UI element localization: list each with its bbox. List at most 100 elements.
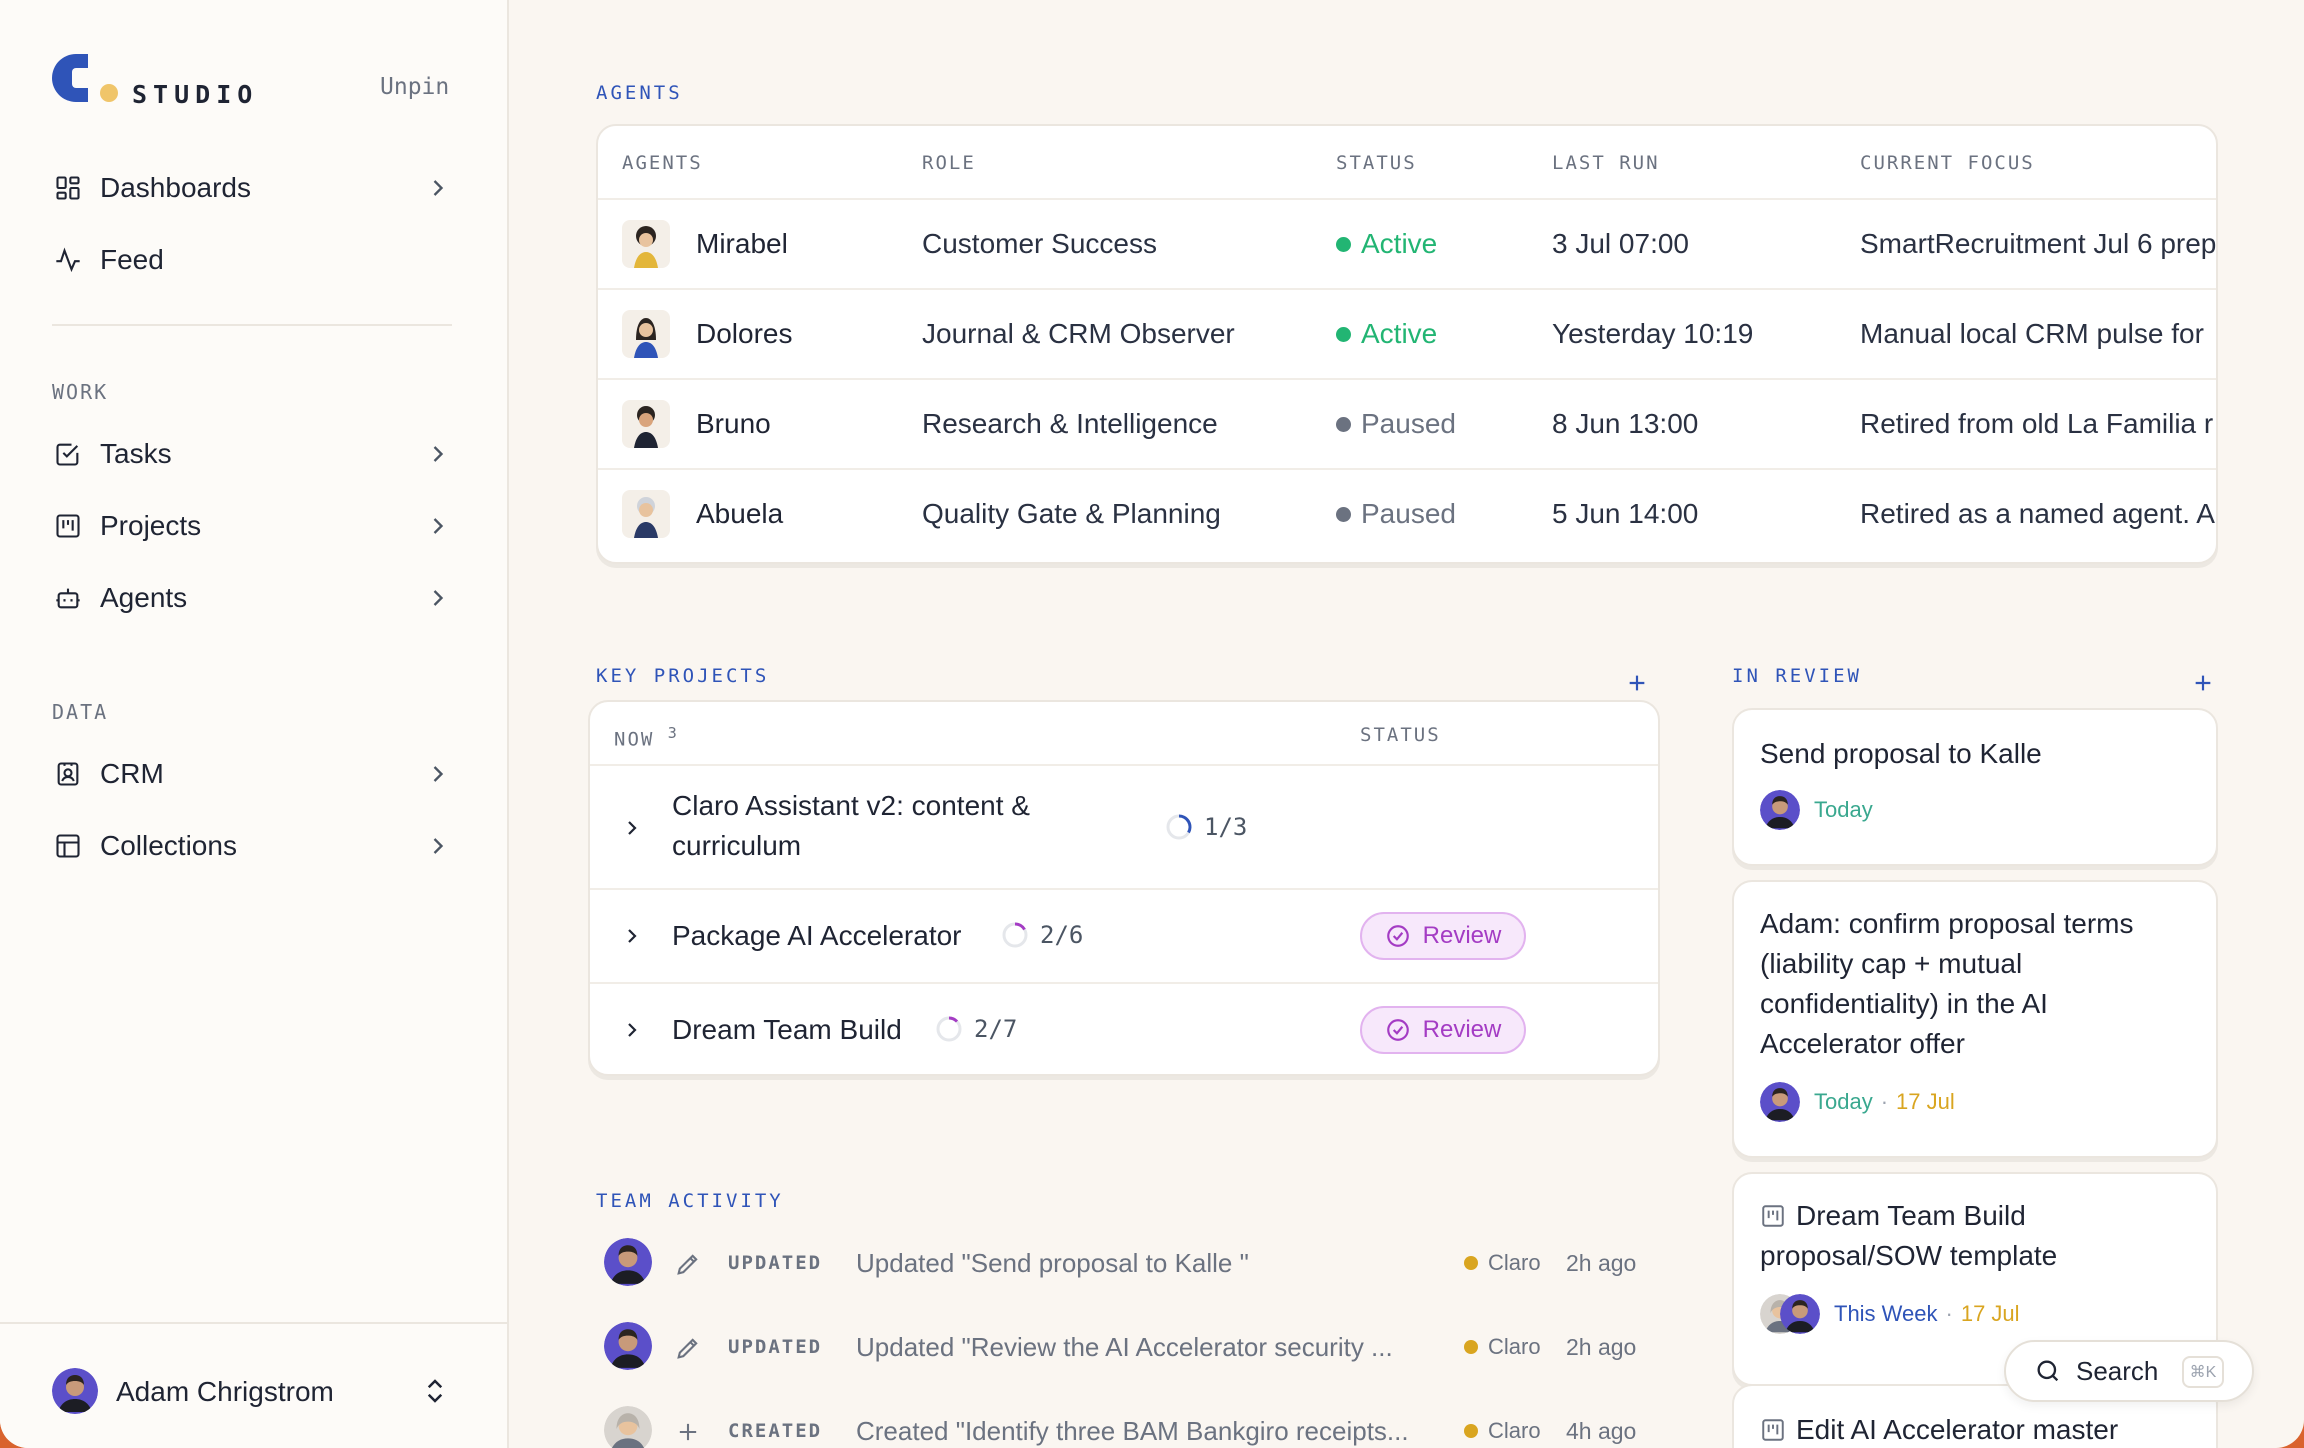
unpin-button[interactable]: Unpin xyxy=(380,74,449,100)
activity-row[interactable]: CREATED Created "Identify three BAM Bank… xyxy=(604,1406,1644,1448)
table-row[interactable]: Bruno Research & Intelligence Paused 8 J… xyxy=(598,378,2216,468)
agent-name: Bruno xyxy=(696,408,771,439)
progress-ring-icon xyxy=(1166,814,1192,840)
section-title-in-review: IN REVIEW xyxy=(1732,665,1862,687)
agent-name: Mirabel xyxy=(696,228,788,259)
sidebar-item-label: CRM xyxy=(100,758,164,789)
last-run: 8 Jun 13:00 xyxy=(1552,408,1699,439)
agents-table: AGENTS ROLE STATUS LAST RUN CURRENT FOCU… xyxy=(596,124,2218,564)
chevron-up-down-icon[interactable] xyxy=(420,1374,450,1408)
table-icon xyxy=(52,830,84,862)
search-label: Search xyxy=(2076,1355,2159,1386)
source-dot xyxy=(1464,1424,1478,1438)
kanban-icon xyxy=(52,510,84,542)
activity-text: Created "Identify three BAM Bankgiro rec… xyxy=(856,1416,1409,1446)
activity-row[interactable]: UPDATED Updated "Review the AI Accelerat… xyxy=(604,1322,1644,1372)
sidebar: STUDIO Unpin Dashboards Feed WORK Tasks xyxy=(0,0,509,1448)
studio-logo[interactable]: STUDIO xyxy=(52,54,252,109)
user-menu[interactable]: Adam Chrigstrom xyxy=(0,1322,507,1448)
pencil-icon xyxy=(677,1338,698,1359)
last-run: 5 Jun 14:00 xyxy=(1552,498,1699,529)
review-title: Dream Team Build proposal/SOW template xyxy=(1760,1200,2058,1271)
review-card[interactable]: Send proposal to Kalle Today xyxy=(1732,708,2218,866)
sidebar-item-feed[interactable]: Feed xyxy=(52,232,452,288)
add-project-icon[interactable] xyxy=(1626,672,1648,694)
current-focus: Retired as a named agent. A xyxy=(1860,498,2215,529)
progress-ring-icon xyxy=(936,1016,962,1042)
divider xyxy=(52,324,452,326)
avatar xyxy=(1760,1082,1800,1122)
table-row[interactable]: Abuela Quality Gate & Planning Paused 5 … xyxy=(598,468,2216,558)
chevron-right-icon xyxy=(433,838,444,854)
status-dot xyxy=(1336,236,1351,252)
table-row[interactable]: Mirabel Customer Success Active 3 Jul 07… xyxy=(598,198,2217,288)
avatar xyxy=(604,1238,652,1286)
status-badge: Paused xyxy=(1336,408,1456,440)
project-title: Package AI Accelerator xyxy=(672,920,962,951)
checkbox-icon xyxy=(52,438,84,470)
project-progress: 1/3 xyxy=(1164,812,1247,842)
chevron-right-icon[interactable] xyxy=(620,1018,644,1042)
review-status-badge[interactable]: Review xyxy=(1360,1006,1526,1054)
kanban-icon xyxy=(1762,1205,1784,1227)
column-header-status: STATUS xyxy=(1360,724,1441,746)
nav-group-data: DATA xyxy=(52,700,109,724)
column-header-now: NOW 3 xyxy=(614,724,679,751)
project-row[interactable]: Package AI Accelerator 2/6 Review xyxy=(590,888,1658,982)
check-circle-icon xyxy=(1386,925,1409,947)
table-row[interactable]: Dolores Journal & CRM Observer Active Ye… xyxy=(598,288,2216,378)
chevron-right-icon xyxy=(433,766,444,782)
avatar xyxy=(1760,790,1800,830)
review-card[interactable]: Adam: confirm proposal terms (liability … xyxy=(1732,880,2218,1158)
activity-source: Claro xyxy=(1464,1334,1541,1360)
review-meta: Today xyxy=(1760,790,1873,830)
sidebar-item-projects[interactable]: Projects xyxy=(52,498,452,554)
chevron-right-icon[interactable] xyxy=(620,816,644,840)
agent-role: Research & Intelligence xyxy=(922,408,1218,439)
chevron-right-icon xyxy=(433,446,444,462)
activity-time: 2h ago xyxy=(1566,1250,1637,1276)
sidebar-item-dashboards[interactable]: Dashboards xyxy=(52,160,452,216)
project-row[interactable]: Claro Assistant v2: content & curriculum … xyxy=(590,764,1658,888)
review-meta: This Week · 17 Jul xyxy=(1760,1294,2020,1334)
current-focus: SmartRecruitment Jul 6 prep xyxy=(1860,228,2217,259)
avatar xyxy=(604,1322,652,1370)
activity-row[interactable]: UPDATED Updated "Send proposal to Kalle … xyxy=(604,1238,1644,1288)
activity-icon xyxy=(52,244,84,276)
status-dot xyxy=(1336,506,1351,522)
agent-avatar xyxy=(622,490,670,538)
now-count: 3 xyxy=(667,724,679,742)
avatar xyxy=(1780,1294,1820,1334)
sidebar-item-tasks[interactable]: Tasks xyxy=(52,426,452,482)
check-circle-icon xyxy=(1386,1019,1409,1041)
review-status-badge[interactable]: Review xyxy=(1360,912,1526,960)
progress-ring-icon xyxy=(1002,922,1028,948)
search-button[interactable]: Search ⌘K xyxy=(2004,1340,2254,1402)
sidebar-item-label: Collections xyxy=(100,830,237,861)
chevron-right-icon[interactable] xyxy=(620,924,644,948)
plus-icon xyxy=(679,1423,697,1441)
sidebar-item-agents[interactable]: Agents xyxy=(52,570,452,626)
sidebar-item-collections[interactable]: Collections xyxy=(52,818,452,874)
agent-role: Journal & CRM Observer xyxy=(922,318,1235,349)
status-dot xyxy=(1336,416,1351,432)
user-name: Adam Chrigstrom xyxy=(116,1376,334,1407)
project-progress: 2/6 xyxy=(1000,920,1083,950)
agent-avatar xyxy=(622,310,670,358)
section-title-agents: AGENTS xyxy=(596,82,683,104)
activity-verb: CREATED xyxy=(728,1420,823,1442)
section-title-team-activity: TEAM ACTIVITY xyxy=(596,1190,784,1212)
add-review-icon[interactable] xyxy=(2192,672,2214,694)
agent-role: Customer Success xyxy=(922,228,1157,259)
project-row[interactable]: Dream Team Build 2/7 Review xyxy=(590,982,1658,1074)
activity-verb: UPDATED xyxy=(728,1252,823,1274)
robot-icon xyxy=(52,582,84,614)
sidebar-item-label: Agents xyxy=(100,582,188,613)
status-badge: Active xyxy=(1336,318,1437,350)
brand-name: STUDIO xyxy=(132,80,259,109)
search-icon xyxy=(2037,1360,2059,1382)
current-focus: Manual local CRM pulse for xyxy=(1860,318,2204,349)
sidebar-item-crm[interactable]: CRM xyxy=(52,746,452,802)
column-header: LAST RUN xyxy=(1552,152,1660,174)
logo-dot xyxy=(100,84,118,102)
